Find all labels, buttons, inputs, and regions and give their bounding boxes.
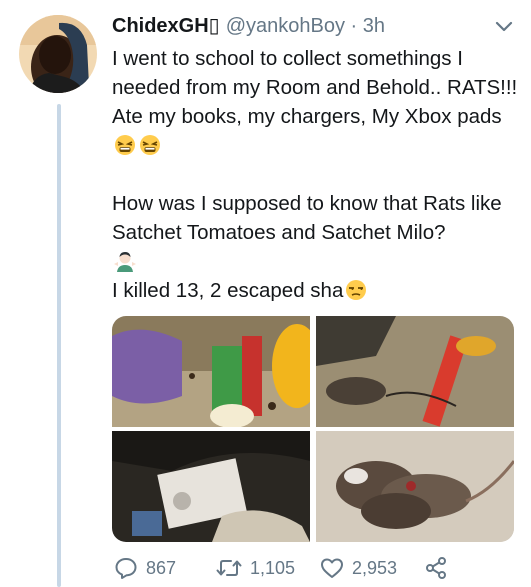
tweet-paragraph: I killed 13, 2 escaped sha [112,276,522,305]
share-button[interactable] [424,555,456,581]
retweet-count: 1,105 [250,557,296,578]
tweet-paragraph-text: How was I supposed to know that Rats lik… [112,192,502,244]
reply-button[interactable]: 867 [114,555,176,581]
tweet-paragraph-text: I killed 13, 2 escaped sha [112,279,344,302]
retweet-icon [216,560,242,576]
tweet-paragraph: I went to school to collect somethings I… [112,44,522,160]
like-button[interactable]: 2,953 [320,555,397,581]
chevron-down-icon[interactable] [494,20,514,34]
tweet-paragraph [112,247,522,276]
retweet-button[interactable]: 1,105 [216,555,295,581]
tired-face-emoji-icon [113,134,137,156]
photo-4[interactable] [316,431,514,542]
author-handle[interactable]: @yankohBoy [226,15,345,37]
avatar[interactable] [19,15,97,93]
tired-face-emoji-icon [138,134,162,156]
reply-count: 867 [146,557,177,578]
tweet-header: ChidexGH▯ @yankohBoy · 3h [112,13,385,39]
photo-1[interactable] [112,316,310,427]
unamused-face-emoji-icon [344,279,368,301]
reply-icon [115,558,137,579]
like-count: 2,953 [352,557,398,578]
thread-line [57,104,61,587]
photo-2[interactable] [316,316,514,427]
author-name[interactable]: ChidexGH▯ [112,15,220,37]
share-icon [426,557,446,579]
man-shrugging-emoji-icon [113,250,137,272]
tweet-paragraph-text: I went to school to collect somethings I… [112,47,518,128]
tweet-paragraph: How was I supposed to know that Rats lik… [112,189,522,247]
photo-3[interactable] [112,431,310,542]
tweet-actions: 867 1,105 2,953 [112,555,512,581]
tweet-time[interactable]: 3h [363,15,385,37]
heart-icon [321,558,343,578]
media-grid [112,316,514,542]
tweet-text: I went to school to collect somethings I… [112,44,522,305]
separator-dot: · [344,15,363,37]
